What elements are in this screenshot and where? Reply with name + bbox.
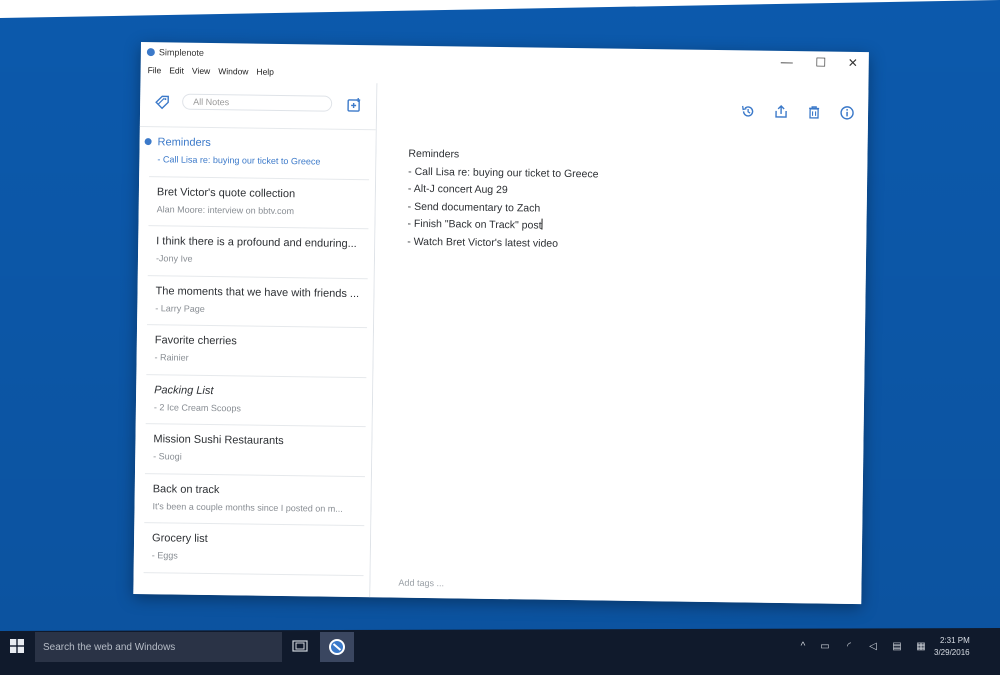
minimize-button[interactable]: —	[771, 51, 803, 73]
editor-toolbar	[377, 83, 869, 136]
notes-sidebar: All Notes Reminders - Call Lisa re: buyi…	[133, 79, 378, 598]
note-preview: - Call Lisa re: buying our ticket to Gre…	[157, 154, 321, 167]
sidebar-toolbar: All Notes	[139, 79, 377, 131]
note-editor: Reminders - Call Lisa re: buying our tic…	[370, 83, 869, 605]
info-icon[interactable]	[839, 105, 855, 121]
note-title: Packing List	[154, 383, 214, 397]
note-preview: -Jony Ive	[155, 253, 193, 264]
clock-date[interactable]: 3/29/2016	[934, 648, 970, 657]
add-tags-input[interactable]: Add tags ...	[398, 578, 444, 589]
menu-view[interactable]: View	[188, 65, 214, 79]
window-title: Simplenote	[158, 47, 204, 58]
note-preview: - 2 Ice Cream Scoops	[153, 401, 242, 413]
trash-icon[interactable]	[806, 104, 822, 120]
clock-time[interactable]: 2:31 PM	[940, 636, 970, 645]
menu-edit[interactable]: Edit	[165, 64, 188, 78]
note-list-item[interactable]: Bret Victor's quote collection Alan Moor…	[148, 176, 370, 230]
keyboard-icon[interactable]: ▦	[914, 641, 928, 653]
windows-taskbar: Search the web and Windows ^ ▭ ◜ ◁ ▤ ▦ 2…	[0, 628, 1000, 675]
menu-window[interactable]: Window	[214, 65, 252, 80]
volume-icon[interactable]: ◁	[866, 641, 880, 653]
simplenote-window: Simplenote — ☐ ✕ File Edit View Window H…	[133, 42, 869, 605]
note-list-item[interactable]: I think there is a profound and enduring…	[147, 226, 369, 279]
wifi-icon[interactable]: ◜	[842, 641, 856, 653]
note-title: Mission Sushi Restaurants	[153, 433, 284, 448]
note-preview: - Larry Page	[155, 302, 205, 314]
windows-start-icon[interactable]	[10, 639, 24, 653]
note-title: The moments that we have with friends ..…	[155, 284, 360, 300]
note-list-item[interactable]: Back on track It's been a couple months …	[144, 473, 365, 527]
close-button[interactable]: ✕	[837, 52, 869, 74]
note-preview: It's been a couple months since I posted…	[152, 500, 343, 514]
note-title: Grocery list	[151, 532, 208, 545]
simplenote-taskbar-icon	[329, 639, 345, 655]
new-note-icon[interactable]	[346, 97, 362, 113]
note-title: I think there is a profound and enduring…	[156, 235, 357, 251]
menu-file[interactable]: File	[143, 64, 165, 78]
text-caret	[541, 218, 543, 230]
show-hidden-icons-icon[interactable]: ^	[796, 641, 810, 653]
note-content[interactable]: Reminders - Call Lisa re: buying our tic…	[407, 146, 828, 257]
note-list-item[interactable]: Grocery list - Eggs	[143, 523, 365, 576]
note-list-item[interactable]: Packing List - 2 Ice Cream Scoops	[145, 374, 367, 428]
battery-icon[interactable]: ▭	[818, 641, 832, 653]
note-preview: Alan Moore: interview on bbtv.com	[156, 203, 295, 216]
taskbar-search-input[interactable]: Search the web and Windows	[35, 632, 282, 662]
maximize-button[interactable]: ☐	[805, 51, 837, 73]
note-list-item[interactable]: Favorite cherries - Rainier	[146, 325, 368, 378]
tag-icon[interactable]	[154, 94, 170, 110]
note-title: Favorite cherries	[154, 334, 237, 348]
note-preview: - Suogi	[153, 451, 182, 462]
menu-help[interactable]: Help	[252, 66, 278, 80]
note-preview: - Rainier	[154, 352, 189, 363]
selected-indicator-icon	[144, 138, 152, 146]
search-input[interactable]: All Notes	[182, 93, 333, 112]
notifications-icon[interactable]: ▤	[890, 641, 904, 653]
note-list-item-reminders[interactable]: Reminders - Call Lisa re: buying our tic…	[144, 127, 370, 180]
simplenote-taskbar-button[interactable]	[320, 632, 354, 662]
note-list: Reminders - Call Lisa re: buying our tic…	[134, 127, 376, 576]
simplenote-logo-icon	[146, 48, 155, 57]
share-icon[interactable]	[773, 104, 789, 120]
note-list-item[interactable]: The moments that we have with friends ..…	[147, 275, 368, 329]
task-view-icon[interactable]	[290, 638, 310, 654]
history-icon[interactable]	[740, 103, 756, 119]
note-line: - Finish "Back on Track" post	[407, 217, 542, 232]
note-list-item[interactable]: Mission Sushi Restaurants - Suogi	[144, 424, 366, 477]
note-title: Bret Victor's quote collection	[156, 185, 296, 200]
note-title: Reminders	[157, 136, 211, 149]
note-title: Back on track	[152, 482, 220, 496]
note-preview: - Eggs	[151, 550, 178, 561]
